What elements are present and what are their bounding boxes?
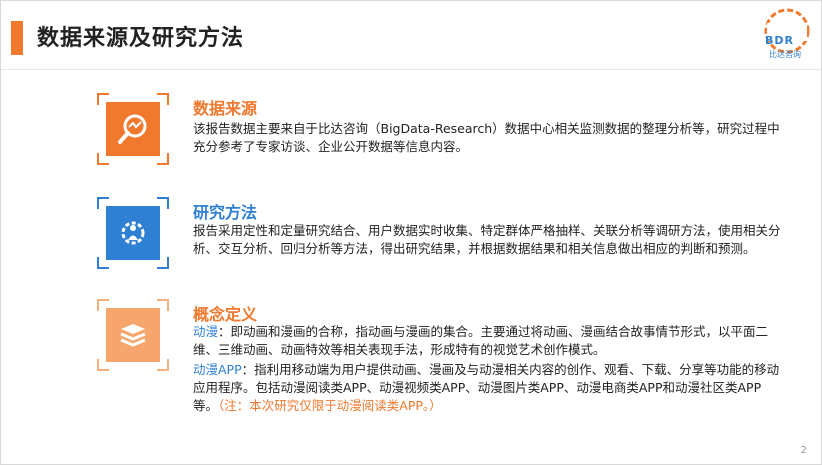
title-accent-bar	[11, 21, 23, 55]
section-body-definition: 动漫：即动画和漫画的合称，指动画与漫画的集合。主要通过将动画、漫画结合故事情节形…	[193, 323, 783, 359]
gear-person-icon	[106, 206, 160, 260]
section-title-definition: 概念定义	[193, 305, 258, 324]
section-icon-frame-method	[97, 197, 169, 269]
slide: 数据来源及研究方法 BDR 比达咨询 数据来源 该报告数据主要来自于比达咨询（B…	[0, 0, 822, 465]
section-body-definition-app: 动漫APP：指利用移动端为用户提供动画、漫画及与动漫相关内容的创作、观看、下载、…	[193, 361, 783, 415]
section-icon-frame-definition	[97, 299, 169, 371]
term-anime: 动漫	[193, 324, 219, 339]
page-title: 数据来源及研究方法	[37, 26, 245, 51]
magnifier-chart-icon	[106, 102, 160, 156]
layers-icon	[106, 308, 160, 362]
section-title-method: 研究方法	[193, 203, 258, 222]
section-icon-frame-source	[97, 93, 169, 165]
section-title-source: 数据来源	[193, 99, 258, 118]
definition-anime: ：即动画和漫画的合称，指动画与漫画的集合。主要通过将动画、漫画结合故事情节形式，…	[193, 324, 769, 357]
term-anime-app: 动漫APP	[193, 362, 242, 377]
section-body-source: 该报告数据主要来自于比达咨询（BigData-Research）数据中心相关监测…	[193, 121, 780, 154]
logo-subtitle: 比达咨询	[769, 50, 801, 59]
research-scope-note: （注：本次研究仅限于动漫阅读类APP。）	[218, 398, 442, 413]
section-body-method: 报告采用定性和定量研究结合、用户数据实时收集、特定群体严格抽样、关联分析等调研方…	[193, 223, 781, 256]
page-number: 2	[800, 445, 807, 456]
header-divider	[1, 69, 821, 70]
logo-text: BDR	[765, 34, 794, 47]
